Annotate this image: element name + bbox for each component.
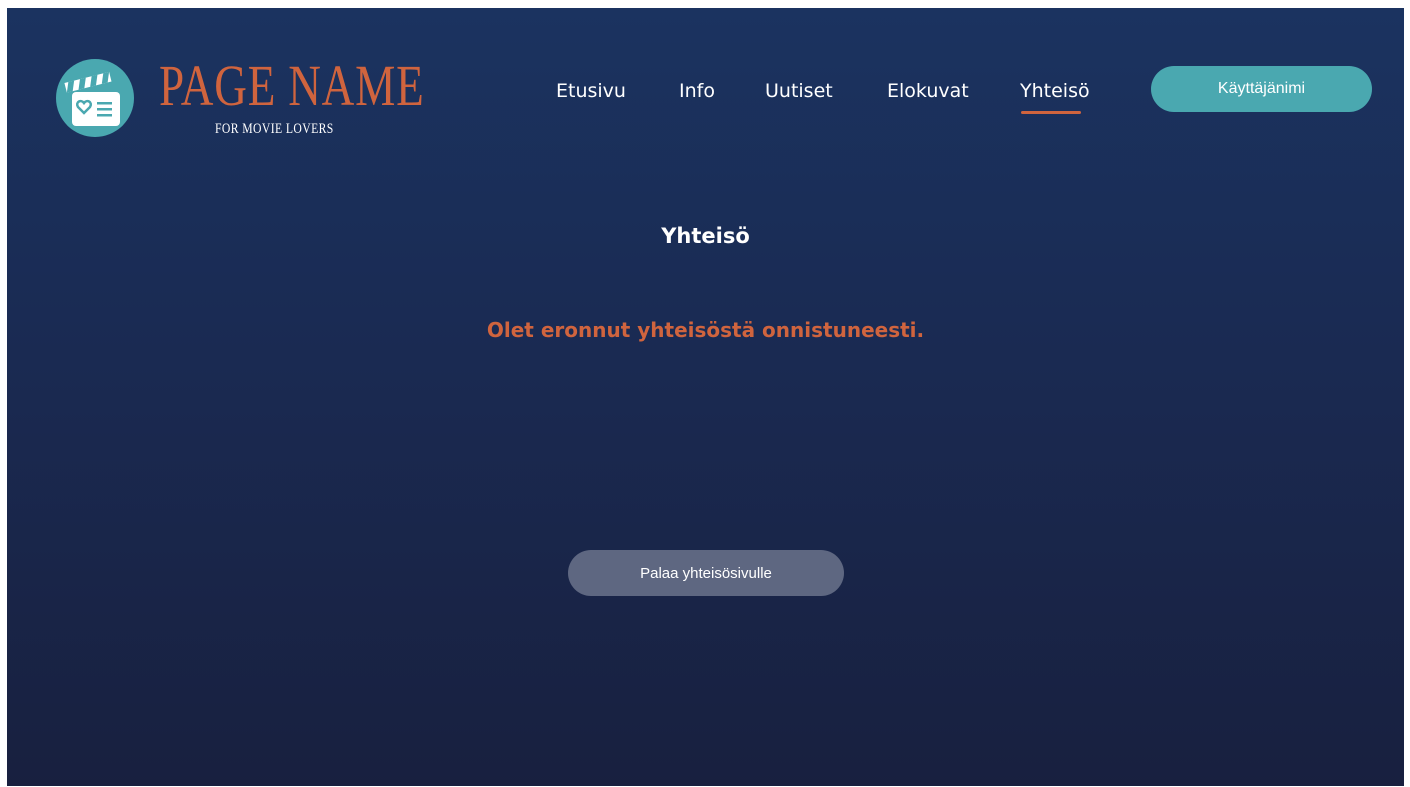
nav-item-uutiset[interactable]: Uutiset: [765, 78, 833, 104]
user-menu-button[interactable]: Käyttäjänimi: [1151, 66, 1372, 112]
success-message: Olet eronnut yhteisöstä onnistuneesti.: [486, 318, 925, 342]
brand-tagline: FOR MOVIE LOVERS: [215, 121, 334, 137]
active-nav-indicator: [1021, 111, 1081, 114]
nav-item-elokuvat[interactable]: Elokuvat: [887, 78, 969, 104]
page-title: Yhteisö: [661, 224, 750, 248]
nav-item-etusivu[interactable]: Etusivu: [556, 78, 626, 104]
app-screen: PAGE NAME FOR MOVIE LOVERS Etusivu Info …: [7, 8, 1404, 786]
nav-item-yhteiso[interactable]: Yhteisö: [1020, 78, 1090, 104]
back-to-community-button[interactable]: Palaa yhteisösivulle: [568, 550, 844, 596]
nav-item-info[interactable]: Info: [679, 78, 715, 104]
